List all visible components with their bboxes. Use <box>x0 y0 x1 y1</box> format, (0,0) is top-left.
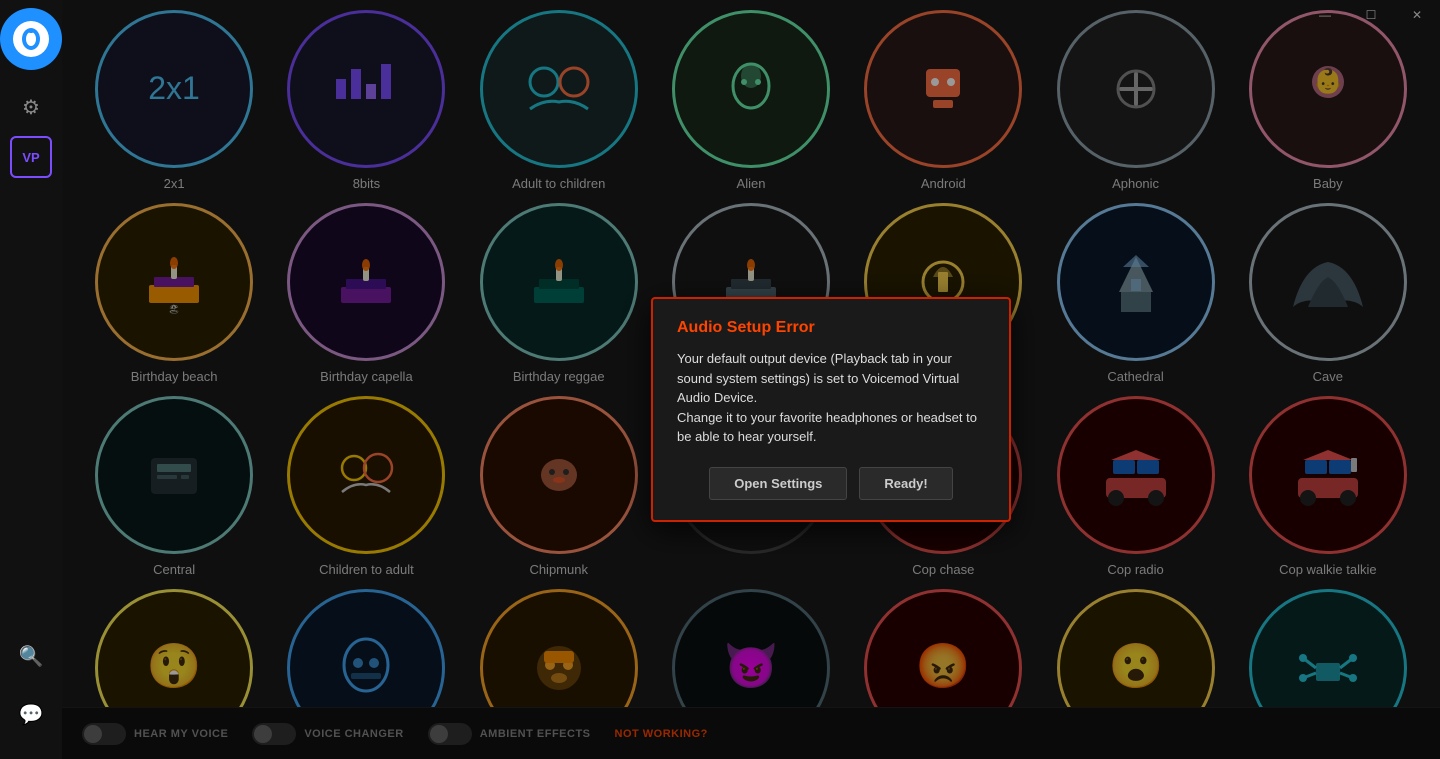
audio-setup-error-modal: Audio Setup Error Your default output de… <box>651 297 1011 522</box>
sidebar-item-chat[interactable]: 💬 <box>10 693 52 735</box>
sidebar-item-vp[interactable]: VP <box>10 136 52 178</box>
modal-overlay: Audio Setup Error Your default output de… <box>62 0 1440 759</box>
modal-body: Your default output device (Playback tab… <box>677 349 985 447</box>
sidebar-item-search[interactable]: 🔍 <box>10 635 52 677</box>
open-settings-button[interactable]: Open Settings <box>709 467 847 500</box>
main-content: — ☐ ✕ 2x1 2x1 <box>62 0 1440 759</box>
modal-body-text: Your default output device (Playback tab… <box>677 351 977 444</box>
vp-icon: VP <box>22 150 39 165</box>
search-icon: 🔍 <box>19 644 44 669</box>
restore-button[interactable]: ☐ <box>1348 0 1394 30</box>
modal-buttons: Open Settings Ready! <box>677 467 985 500</box>
sidebar: ⚙ VP 🔍 💬 <box>0 0 62 759</box>
close-button[interactable]: ✕ <box>1394 0 1440 30</box>
minimize-button[interactable]: — <box>1302 0 1348 30</box>
ready-button[interactable]: Ready! <box>859 467 952 500</box>
gear-icon: ⚙ <box>22 95 40 120</box>
logo-icon <box>20 28 42 50</box>
sidebar-item-settings[interactable]: ⚙ <box>10 86 52 128</box>
window-controls: — ☐ ✕ <box>1302 0 1440 30</box>
app-logo[interactable] <box>0 8 62 70</box>
chat-icon: 💬 <box>19 702 44 727</box>
modal-title: Audio Setup Error <box>677 319 985 337</box>
